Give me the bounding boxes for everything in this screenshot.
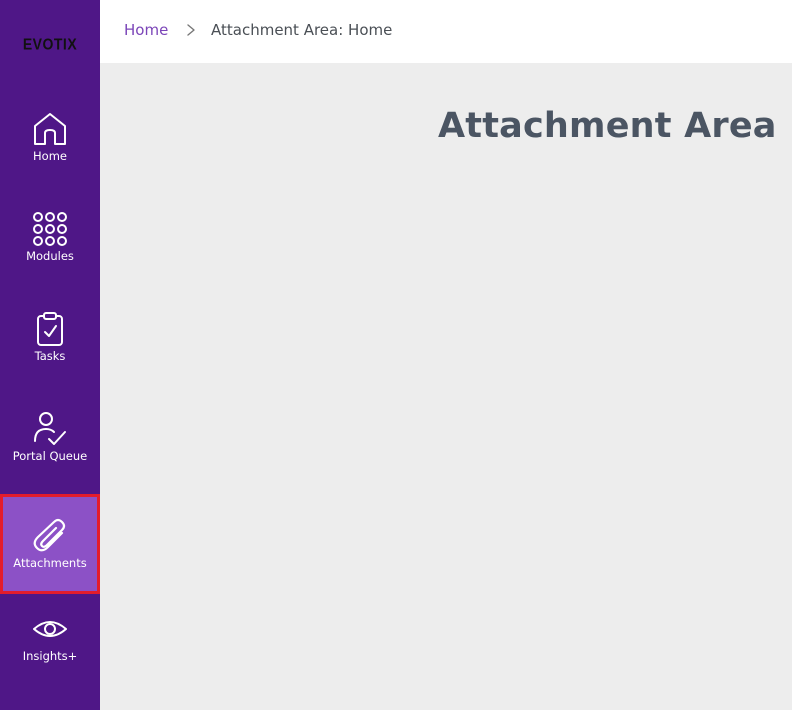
sidebar-item-insights[interactable]: Insights+ <box>0 587 100 687</box>
page-title: Attachment Area <box>438 106 777 146</box>
logo: EVOTIX <box>22 35 78 53</box>
sidebar-item-tasks[interactable]: Tasks <box>0 287 100 387</box>
breadcrumb-home-link[interactable]: Home <box>124 21 168 39</box>
user-check-icon <box>32 411 68 447</box>
sidebar-item-modules[interactable]: Modules <box>0 187 100 287</box>
paperclip-icon <box>32 518 68 554</box>
chevron-right-icon <box>187 24 195 36</box>
sidebar-item-label: Attachments <box>13 556 87 570</box>
sidebar-item-label: Tasks <box>34 349 66 363</box>
eye-icon <box>32 611 68 647</box>
sidebar-item-label: Modules <box>26 249 74 263</box>
breadcrumb: Home Attachment Area: Home <box>100 0 792 63</box>
sidebar-nav: EVOTIX Home Modules Tasks Portal Queue A… <box>0 0 100 710</box>
sidebar-item-portal-queue[interactable]: Portal Queue <box>0 387 100 487</box>
sidebar-item-label: Portal Queue <box>12 449 88 463</box>
sidebar-item-label: Insights+ <box>22 649 78 663</box>
home-icon <box>32 111 68 147</box>
breadcrumb-current: Attachment Area: Home <box>211 21 393 39</box>
sidebar-item-label: Home <box>33 149 67 163</box>
clipboard-check-icon <box>32 311 68 347</box>
sidebar-item-home[interactable]: Home <box>0 87 100 187</box>
sidebar-item-attachments[interactable]: Attachments <box>0 494 100 594</box>
grid-dots-icon <box>32 211 68 247</box>
